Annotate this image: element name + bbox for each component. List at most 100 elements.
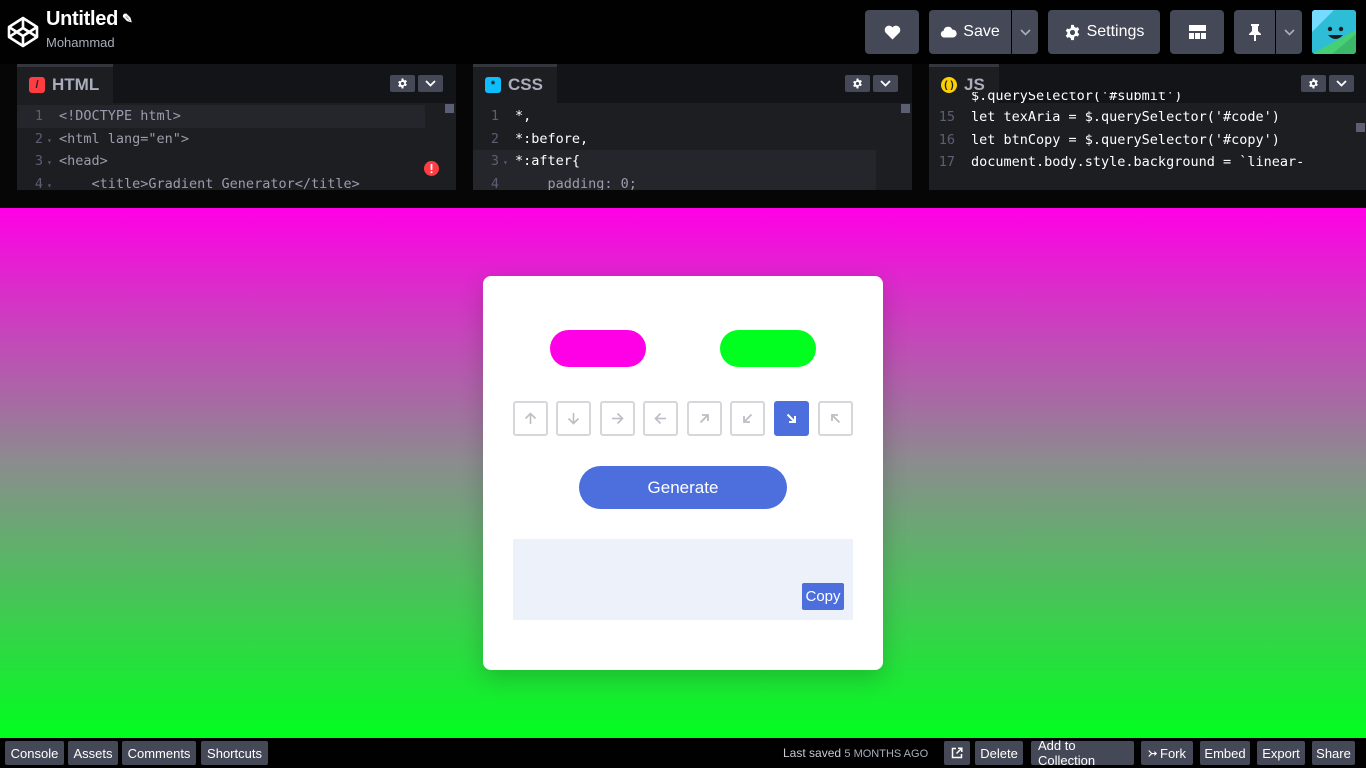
generate-button[interactable]: Generate bbox=[579, 466, 787, 509]
direction-up-button[interactable] bbox=[513, 401, 548, 436]
html-collapse-button[interactable] bbox=[418, 75, 443, 92]
pen-title[interactable]: Untitled ✎ bbox=[46, 8, 133, 31]
resize-gutter[interactable] bbox=[912, 64, 929, 190]
love-button[interactable] bbox=[865, 10, 919, 54]
fork-label: Fork bbox=[1160, 745, 1186, 761]
pin-options-button[interactable] bbox=[1276, 10, 1302, 54]
html-editor: / HTML 1 <!DOCTYPE html> 2 ▾ <html lang="e… bbox=[17, 64, 456, 190]
resize-gutter[interactable] bbox=[0, 64, 17, 190]
direction-up-left-button[interactable] bbox=[818, 401, 853, 436]
direction-left-button[interactable] bbox=[643, 401, 678, 436]
export-button[interactable]: Export bbox=[1257, 741, 1305, 765]
gear-icon bbox=[398, 78, 407, 89]
line-number: 17 bbox=[938, 154, 955, 170]
code-line: padding: 0; bbox=[515, 175, 637, 191]
error-icon[interactable] bbox=[424, 161, 439, 176]
code-line: document.body.style.background = `linear… bbox=[971, 154, 1305, 170]
gear-icon bbox=[1309, 78, 1318, 89]
js-collapse-button[interactable] bbox=[1329, 75, 1354, 92]
html-code[interactable]: 1 <!DOCTYPE html> 2 ▾ <html lang="en"> 3 ▾ <… bbox=[17, 105, 456, 190]
delete-button[interactable]: Delete bbox=[975, 741, 1023, 765]
code-line: *, bbox=[515, 108, 532, 124]
comments-button[interactable]: Comments bbox=[122, 741, 196, 765]
chevron-down-icon bbox=[1283, 28, 1295, 36]
line-number: 15 bbox=[938, 109, 955, 125]
code-line: <title>Gradient Generator</title> bbox=[59, 175, 360, 191]
last-saved-status: Last saved 5 MONTHS AGO bbox=[783, 746, 928, 760]
pin-button[interactable] bbox=[1234, 10, 1275, 54]
direction-down-right-button[interactable] bbox=[774, 401, 809, 436]
direction-right-button[interactable] bbox=[600, 401, 635, 436]
html-icon: / bbox=[29, 77, 45, 93]
assets-button[interactable]: Assets bbox=[68, 741, 118, 765]
chevron-down-icon bbox=[425, 80, 436, 87]
copy-button[interactable]: Copy bbox=[802, 583, 844, 610]
console-button[interactable]: Console bbox=[5, 741, 64, 765]
arrow-down-left-icon bbox=[743, 413, 753, 423]
arrow-up-right-icon bbox=[699, 414, 709, 424]
fork-button[interactable]: Fork bbox=[1141, 741, 1193, 765]
change-view-button[interactable] bbox=[1170, 10, 1224, 54]
scrollbar[interactable] bbox=[1356, 123, 1365, 132]
html-settings-button[interactable] bbox=[390, 75, 415, 92]
direction-down-button[interactable] bbox=[556, 401, 591, 436]
editor-panes: / HTML 1 <!DOCTYPE html> 2 ▾ <html lang="e… bbox=[0, 64, 1366, 190]
color-picker-2[interactable] bbox=[720, 330, 816, 367]
scrollbar[interactable] bbox=[901, 104, 910, 113]
line-number: 3 bbox=[490, 153, 499, 169]
scrollbar[interactable] bbox=[445, 104, 454, 113]
pencil-icon[interactable]: ✎ bbox=[122, 11, 133, 26]
direction-down-left-button[interactable] bbox=[730, 401, 765, 436]
gear-icon bbox=[1065, 24, 1079, 40]
line-number: 1 bbox=[34, 108, 43, 124]
line-number: 1 bbox=[490, 108, 499, 124]
direction-up-right-button[interactable] bbox=[687, 401, 722, 436]
open-external-button[interactable] bbox=[944, 741, 970, 765]
pen-author[interactable]: Mohammad bbox=[46, 35, 115, 50]
js-settings-button[interactable] bbox=[1301, 75, 1326, 92]
color-picker-1[interactable] bbox=[550, 330, 646, 367]
code-line: *:before, bbox=[515, 130, 589, 147]
chevron-down-icon bbox=[1336, 80, 1347, 87]
css-icon: * bbox=[485, 77, 501, 93]
arrow-right-icon bbox=[612, 412, 624, 425]
avatar[interactable] bbox=[1312, 10, 1356, 54]
chevron-down-icon bbox=[880, 80, 891, 87]
css-code[interactable]: 1 *, 2 *:before, 3 ▾ *:after{ 4 padding: 0… bbox=[473, 105, 912, 190]
gradient-generator-card: Generate Copy bbox=[483, 276, 883, 670]
css-settings-button[interactable] bbox=[845, 75, 870, 92]
gear-icon bbox=[853, 78, 862, 89]
heart-icon bbox=[884, 25, 900, 39]
resize-bar[interactable] bbox=[0, 190, 1366, 208]
save-options-button[interactable] bbox=[1012, 10, 1038, 54]
fork-icon bbox=[1148, 749, 1157, 757]
css-collapse-button[interactable] bbox=[873, 75, 898, 92]
line-number: 2 bbox=[34, 130, 43, 147]
resize-gutter[interactable] bbox=[456, 64, 473, 190]
top-bar: Untitled ✎ Mohammad Save Settings bbox=[0, 0, 1366, 64]
css-editor-tab[interactable]: * CSS bbox=[473, 64, 557, 103]
css-output-textarea[interactable]: Copy bbox=[513, 539, 853, 620]
arrow-down-right-icon bbox=[786, 413, 796, 423]
html-editor-tab[interactable]: / HTML bbox=[17, 64, 114, 103]
share-button[interactable]: Share bbox=[1312, 741, 1355, 765]
bottom-bar: Console Assets Comments Shortcuts Last s… bbox=[0, 738, 1366, 768]
settings-label: Settings bbox=[1086, 23, 1145, 40]
css-editor: * CSS 1 *, 2 *:before, 3 ▾ *:after{ 4 padd… bbox=[473, 64, 912, 190]
code-line: <head> bbox=[59, 153, 108, 169]
layout-grid-icon bbox=[1188, 25, 1206, 39]
js-code[interactable]: $.querySelector('#submit') 15 let texAri… bbox=[929, 92, 1366, 190]
codepen-logo-icon[interactable] bbox=[6, 15, 40, 49]
code-line: <!DOCTYPE html> bbox=[59, 108, 181, 124]
chevron-down-icon bbox=[1019, 28, 1031, 36]
code-line: $.querySelector('#submit') bbox=[971, 92, 1183, 104]
shortcuts-button[interactable]: Shortcuts bbox=[201, 741, 268, 765]
line-number: 16 bbox=[938, 131, 955, 148]
css-editor-label: CSS bbox=[508, 75, 543, 94]
add-to-collection-button[interactable]: Add to Collection bbox=[1031, 738, 1134, 768]
html-editor-label: HTML bbox=[52, 75, 100, 94]
save-button[interactable]: Save bbox=[929, 10, 1011, 54]
save-label: Save bbox=[963, 23, 1000, 40]
embed-button[interactable]: Embed bbox=[1200, 741, 1250, 765]
settings-button[interactable]: Settings bbox=[1048, 10, 1160, 54]
